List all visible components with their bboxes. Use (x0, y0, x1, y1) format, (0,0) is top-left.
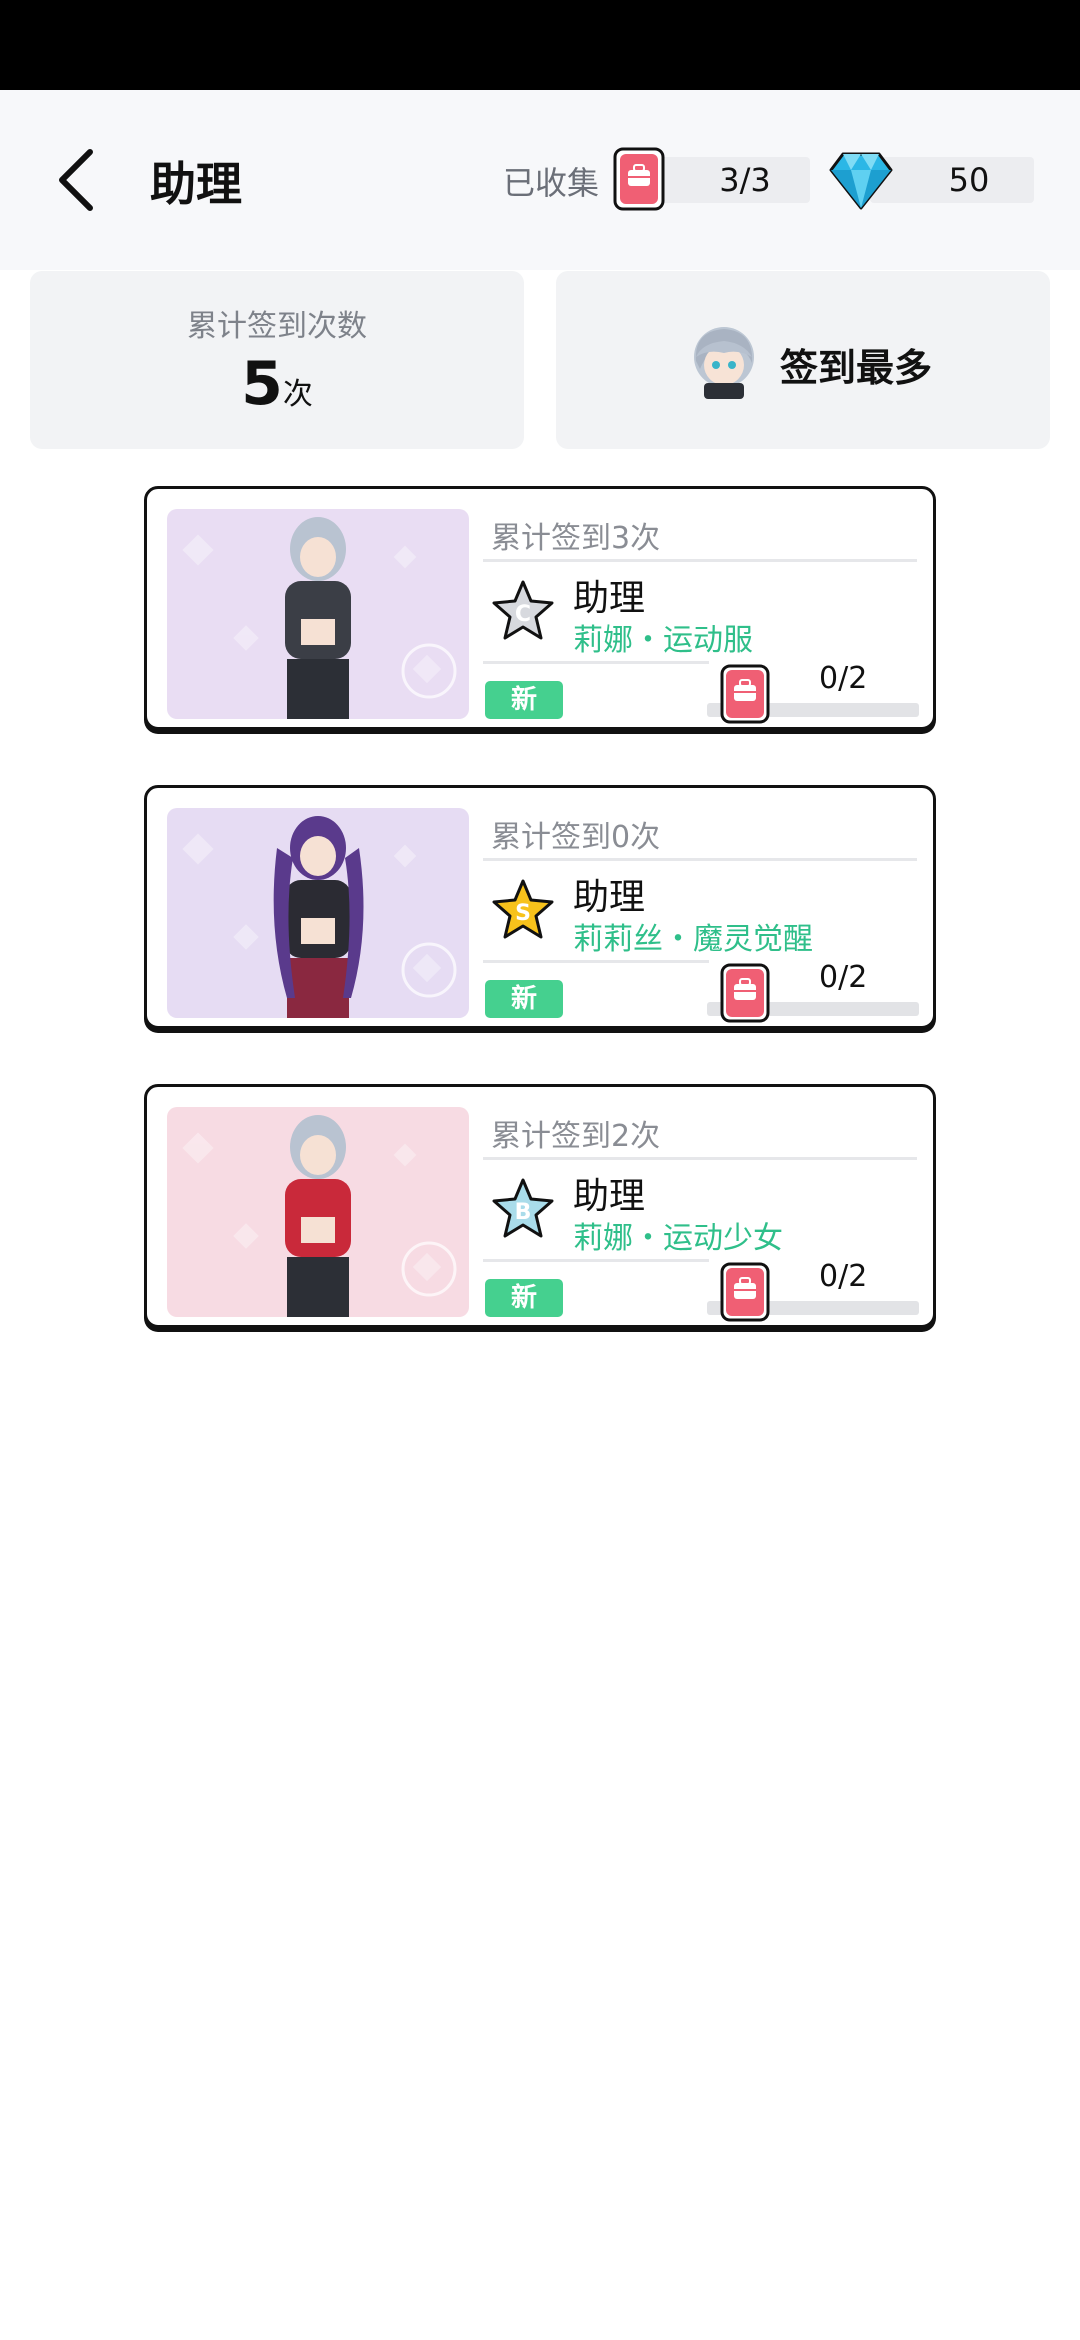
back-button[interactable] (48, 142, 108, 218)
bag-icon (720, 1262, 770, 1322)
divider (483, 960, 709, 963)
divider (483, 858, 917, 861)
character-figure (182, 1115, 457, 1317)
signin-count: 累计签到3次 (491, 521, 661, 556)
total-signin-number: 5 (241, 349, 283, 419)
bag-icon (720, 963, 770, 1023)
total-signin-card: 累计签到次数 5次 (30, 271, 524, 449)
svg-text:C: C (515, 602, 531, 627)
new-badge: 新 (485, 980, 563, 1018)
progress-text: 0/2 (819, 1259, 868, 1294)
grade-star-icon: C (492, 580, 554, 640)
diamond-icon (829, 152, 893, 210)
divider (483, 1259, 709, 1262)
character-portrait (167, 808, 469, 1018)
divider (483, 559, 917, 562)
chevron-left-icon (59, 149, 93, 211)
status-bar (0, 0, 1080, 90)
avatar (694, 327, 754, 399)
card-title: 助理 (573, 1176, 646, 1217)
assistant-card[interactable]: 累计签到0次 S 助理 莉莉丝・魔灵觉醒 新 0/2 (144, 785, 936, 1029)
total-signin-unit: 次 (282, 377, 313, 412)
collected-counter: 3/3 (650, 157, 810, 203)
signin-count: 累计签到2次 (491, 1119, 661, 1154)
card-title: 助理 (573, 578, 646, 619)
progress-text: 0/2 (819, 661, 868, 696)
character-name: 莉娜・运动服 (573, 623, 753, 658)
top-header: 助理 已收集 3/3 50 (0, 90, 1080, 270)
gem-counter: 50 (870, 157, 1034, 203)
svg-text:S: S (515, 901, 531, 926)
character-portrait (167, 1107, 469, 1317)
page-title: 助理 (150, 157, 242, 211)
svg-text:B: B (515, 1200, 532, 1225)
grade-star-icon: B (492, 1178, 554, 1238)
most-signin-card[interactable]: 签到最多 (556, 271, 1050, 449)
new-badge: 新 (485, 681, 563, 719)
card-title: 助理 (573, 877, 646, 918)
character-figure (182, 517, 457, 719)
bag-icon (613, 147, 665, 211)
assistant-card[interactable]: 累计签到2次 B 助理 莉娜・运动少女 新 0/2 (144, 1084, 936, 1328)
collected-label: 已收集 (503, 164, 600, 202)
total-signin-value: 5次 (30, 349, 524, 419)
gem-value: 50 (948, 161, 990, 199)
most-signin-label: 签到最多 (780, 346, 933, 390)
collected-value: 3/3 (719, 161, 771, 199)
character-name: 莉莉丝・魔灵觉醒 (573, 922, 813, 957)
character-figure (182, 816, 457, 1018)
divider (483, 661, 709, 664)
signin-count: 累计签到0次 (491, 820, 661, 855)
character-name: 莉娜・运动少女 (573, 1221, 783, 1256)
progress-text: 0/2 (819, 960, 868, 995)
total-signin-label: 累计签到次数 (187, 309, 367, 344)
character-portrait (167, 509, 469, 719)
grade-star-icon: S (492, 879, 554, 939)
assistant-card[interactable]: 累计签到3次 C 助理 莉娜・运动服 新 0/2 (144, 486, 936, 730)
new-badge: 新 (485, 1279, 563, 1317)
divider (483, 1157, 917, 1160)
bag-icon (720, 664, 770, 724)
